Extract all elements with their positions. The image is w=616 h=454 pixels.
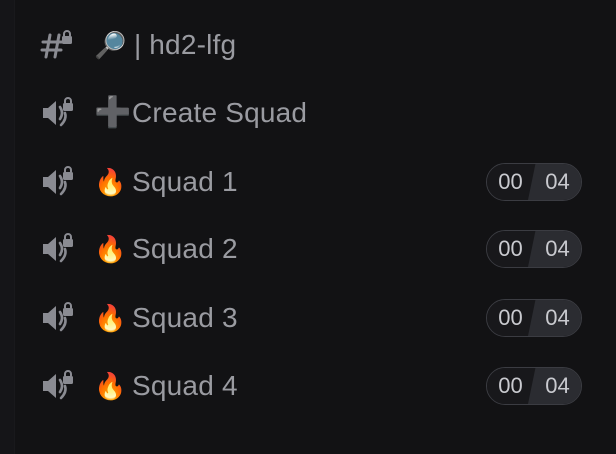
voice-channel-locked-icon — [40, 368, 80, 404]
channel-squad-3[interactable]: 🔥 Squad 3 00 04 — [28, 289, 594, 347]
text-channel-locked-icon — [40, 27, 80, 63]
channel-name: Squad 3 — [132, 302, 238, 333]
user-limit-badge: 00 04 — [486, 230, 582, 268]
voice-channel-locked-icon — [40, 95, 80, 131]
user-limit-count: 04 — [528, 368, 581, 404]
user-limit-count: 04 — [528, 164, 581, 200]
channel-hd2-lfg[interactable]: 🔎 | hd2-lfg — [28, 16, 594, 74]
user-limit-badge: 00 04 — [486, 299, 582, 337]
channel-squad-4[interactable]: 🔥 Squad 4 00 04 — [28, 357, 594, 415]
fire-emoji-icon: 🔥 — [94, 167, 127, 197]
channel-name: Squad 4 — [132, 370, 238, 401]
channel-squad-2[interactable]: 🔥 Squad 2 00 04 — [28, 220, 594, 278]
channel-create-squad[interactable]: ➕ Create Squad — [28, 84, 594, 142]
current-users-count: 00 — [487, 300, 534, 336]
channel-name-separator: | — [134, 29, 142, 60]
current-users-count: 00 — [487, 368, 534, 404]
user-limit-badge: 00 04 — [486, 367, 582, 405]
plus-emoji-icon: ➕ — [94, 96, 132, 129]
sidebar-divider — [0, 0, 15, 454]
channel-squad-1[interactable]: 🔥 Squad 1 00 04 — [28, 153, 594, 211]
fire-emoji-icon: 🔥 — [94, 371, 127, 401]
voice-channel-locked-icon — [40, 164, 80, 200]
user-limit-count: 04 — [528, 231, 581, 267]
voice-channel-locked-icon — [40, 300, 80, 336]
current-users-count: 00 — [487, 231, 534, 267]
voice-channel-locked-icon — [40, 231, 80, 267]
magnifier-emoji-icon: 🔎 — [94, 30, 127, 60]
channel-name: hd2-lfg — [149, 29, 237, 60]
user-limit-count: 04 — [528, 300, 581, 336]
channel-list: 🔎 | hd2-lfg ➕ Create Squad 🔥 Squad 1 00 … — [0, 0, 616, 454]
fire-emoji-icon: 🔥 — [94, 234, 127, 264]
channel-name: Create Squad — [132, 97, 308, 128]
fire-emoji-icon: 🔥 — [94, 303, 127, 333]
channel-name: Squad 1 — [132, 166, 238, 197]
current-users-count: 00 — [487, 164, 534, 200]
user-limit-badge: 00 04 — [486, 163, 582, 201]
channel-name: Squad 2 — [132, 233, 238, 264]
